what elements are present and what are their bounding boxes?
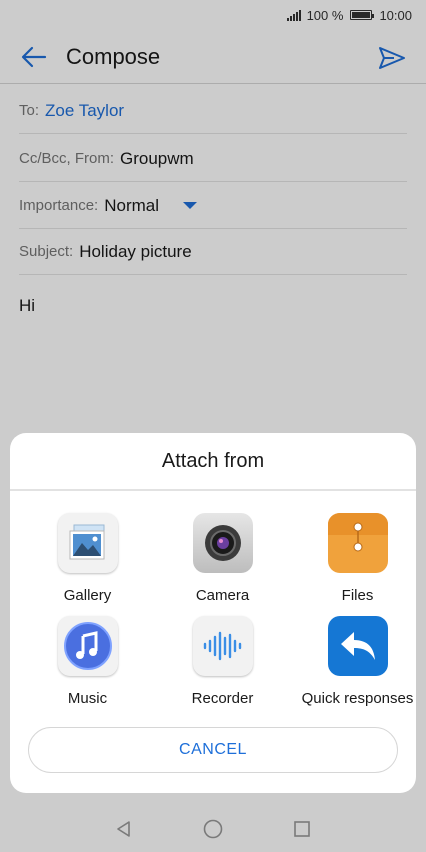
camera-icon	[192, 513, 253, 573]
attach-files[interactable]: Files	[290, 513, 425, 604]
cancel-button[interactable]: CANCEL	[28, 727, 398, 773]
option-label: Recorder	[191, 690, 254, 707]
option-label: Music	[67, 690, 108, 707]
quick-responses-icon	[327, 616, 388, 676]
files-icon	[327, 513, 388, 573]
attach-gallery[interactable]: Gallery	[20, 513, 155, 604]
sheet-title: Attach from	[10, 433, 416, 491]
music-icon	[57, 616, 118, 676]
nav-home-icon[interactable]	[202, 818, 224, 840]
navigation-bar	[0, 806, 426, 852]
attach-sheet: Attach from Gallery Camera Files Music R…	[10, 433, 416, 793]
option-label: Gallery	[63, 587, 112, 604]
attach-recorder[interactable]: Recorder	[155, 616, 290, 707]
nav-recents-icon[interactable]	[292, 819, 312, 839]
nav-back-icon[interactable]	[114, 819, 134, 839]
recorder-icon	[192, 616, 253, 676]
option-label: Files	[341, 587, 374, 604]
option-label: Camera	[195, 587, 250, 604]
option-label: Quick responses	[301, 690, 414, 707]
gallery-icon	[57, 513, 118, 573]
attach-quick-responses[interactable]: Quick responses	[290, 616, 425, 707]
attach-camera[interactable]: Camera	[155, 513, 290, 604]
attach-music[interactable]: Music	[20, 616, 155, 707]
